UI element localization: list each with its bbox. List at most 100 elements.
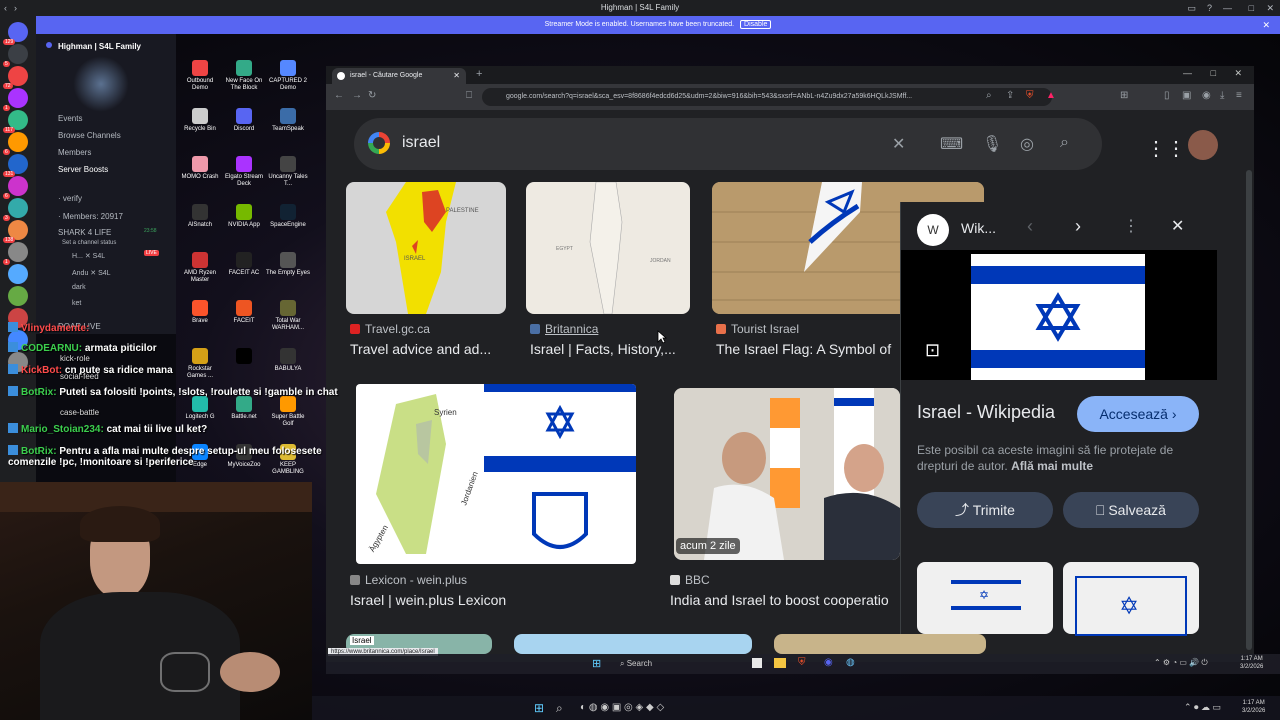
result-source-britannica[interactable]: Britannica	[530, 322, 598, 336]
scrollbar[interactable]	[1246, 170, 1252, 650]
close-tab-icon[interactable]: ✕	[453, 68, 460, 84]
desktop-icon[interactable]: FACEIT	[222, 300, 266, 325]
steam-icon[interactable]: ◍	[846, 657, 855, 668]
desktop-icon[interactable]: AlSnatch	[178, 204, 222, 229]
help-icon[interactable]: ?	[1207, 0, 1212, 16]
taskview-icon[interactable]	[752, 658, 762, 668]
close-panel-icon[interactable]: ✕	[1171, 216, 1184, 236]
server-icon[interactable]	[8, 264, 28, 284]
extensions-icon[interactable]: ⊞	[1120, 90, 1128, 101]
server-icon[interactable]: 6	[3, 176, 28, 199]
result-title-wein[interactable]: Israel | wein.plus Lexicon	[350, 592, 630, 608]
taskbar-search[interactable]: ⌕ Search	[620, 659, 652, 669]
minimize-icon[interactable]: —	[1183, 68, 1192, 78]
result-source-wein[interactable]: Lexicon - wein.plus	[350, 573, 467, 587]
search-icon[interactable]: ⌕	[1060, 134, 1069, 152]
result-title-tourist-israel[interactable]: The Israel Flag: A Symbol of	[716, 341, 898, 357]
result-image-bbc[interactable]: acum 2 zile	[674, 388, 900, 560]
sidebar-icon[interactable]: ▯	[1164, 90, 1170, 101]
forward-icon[interactable]: ›	[14, 0, 17, 16]
url-field[interactable]: google.com/search?q=israel&sca_esv=8f868…	[482, 88, 1052, 106]
visit-button[interactable]: Accesează ›	[1077, 396, 1199, 432]
maximize-icon[interactable]: □	[1211, 68, 1216, 78]
related-image-2[interactable]: ✡	[1063, 562, 1199, 636]
desktop-icon[interactable]: New Face On The Block	[222, 60, 266, 92]
desktop-icon[interactable]: The Empty Eyes	[266, 252, 310, 277]
back-icon[interactable]: ‹	[4, 0, 7, 16]
channel-item[interactable]: Server Boosts	[58, 165, 108, 174]
desktop-icon[interactable]: Brave	[178, 300, 222, 325]
desktop-icon[interactable]: NVIDIA App	[222, 204, 266, 229]
desktop-icon[interactable]: AMD Ryzen Master	[178, 252, 222, 284]
desktop-icon[interactable]: Discord	[222, 108, 266, 133]
brave-icon[interactable]: ⛨	[798, 657, 806, 668]
zoom-icon[interactable]: ⌕	[986, 90, 992, 101]
server-icon[interactable]: 131	[3, 154, 28, 177]
panel-title[interactable]: Israel - Wikipedia	[917, 402, 1055, 423]
channel-item[interactable]: H... ✕ S4L	[72, 252, 105, 260]
desktop-icon[interactable]: CAPTURED 2 Demo	[266, 60, 310, 92]
desktop-icon[interactable]: SpaceEngine	[266, 204, 310, 229]
disable-button[interactable]: Disable	[740, 20, 772, 29]
maximize-icon[interactable]: □	[1249, 0, 1254, 16]
desktop-icon[interactable]: Recycle Bin	[178, 108, 222, 133]
new-tab-icon[interactable]: +	[476, 68, 482, 80]
search-icon[interactable]: ⌕	[556, 701, 563, 716]
channel-item[interactable]: · verify	[58, 194, 82, 203]
next-icon[interactable]: ›	[1075, 216, 1081, 237]
desktop-icon[interactable]: Elgato Stream Deck	[222, 156, 266, 188]
vpn-icon[interactable]: ◉	[1202, 90, 1211, 101]
share-icon[interactable]: ⇪	[1006, 90, 1014, 101]
learn-more-link[interactable]: Află mai multe	[1011, 459, 1093, 473]
server-icon[interactable]: 129	[3, 22, 28, 45]
clear-icon[interactable]: ✕	[892, 134, 905, 154]
lens-search-icon[interactable]: ⊡	[925, 340, 940, 361]
channel-item[interactable]: Browse Channels	[58, 131, 121, 140]
save-button[interactable]: ⎕ Salvează	[1063, 492, 1199, 528]
server-icon[interactable]: 3	[3, 198, 28, 221]
keyboard-icon[interactable]: ⌨	[940, 134, 963, 154]
close-banner-icon[interactable]: ✕	[1262, 16, 1270, 34]
result-image-peek-3[interactable]	[774, 634, 986, 654]
forward-icon[interactable]: →	[352, 90, 362, 101]
desktop-icon[interactable]: Total War WARHAM...	[266, 300, 310, 332]
server-icon[interactable]: 138	[3, 220, 28, 243]
tray-icons[interactable]: ⌃ ⏺ ☁ ▭	[1184, 702, 1221, 713]
result-title-bbc[interactable]: India and Israel to boost cooperatio	[670, 592, 900, 608]
tab-google[interactable]: israel - Căutare Google ✕	[332, 68, 466, 84]
minimize-icon[interactable]: —	[1223, 0, 1232, 16]
desktop-icon[interactable]	[222, 348, 266, 366]
server-icon[interactable]: 117	[3, 110, 28, 133]
inbox-icon[interactable]: ▭	[1187, 0, 1196, 16]
brave-shield-icon[interactable]: ⛨	[1026, 90, 1034, 101]
download-icon[interactable]: ⤓	[1220, 90, 1224, 101]
more-icon[interactable]: ⋮	[1123, 216, 1139, 236]
result-image-travel[interactable]: PALESTINE ISRAEL	[346, 182, 506, 314]
close-icon[interactable]: ✕	[1266, 0, 1274, 16]
result-image-wein[interactable]: Syrien Jordanien Ägypten	[356, 384, 636, 564]
result-source-bbc[interactable]: BBC	[670, 573, 710, 587]
lens-icon[interactable]: ◎	[1020, 134, 1034, 154]
search-input[interactable]: israel	[402, 134, 440, 152]
result-title-travel[interactable]: Travel advice and ad...	[350, 341, 510, 357]
prev-icon[interactable]: ‹	[1027, 216, 1033, 237]
discord-icon[interactable]: ◉	[824, 657, 833, 668]
search-box[interactable]: israel ✕ ⌨ 🎙 ◎ ⌕	[354, 118, 1102, 170]
result-image-britannica[interactable]: EGYPT JORDAN	[526, 182, 690, 314]
share-button[interactable]: ⤴ Trimite	[917, 492, 1053, 528]
channel-item[interactable]: Set a channel status	[62, 240, 116, 246]
close-icon[interactable]: ✕	[1234, 68, 1242, 79]
desktop-icon[interactable]: Super Battle Golf	[266, 396, 310, 428]
server-icon[interactable]: 1	[3, 242, 28, 265]
channel-item[interactable]: ket	[72, 300, 81, 307]
channel-item[interactable]: Members	[58, 148, 91, 157]
desktop-icon[interactable]: Uncanny Tales T...	[266, 156, 310, 188]
channel-item[interactable]: dark	[72, 284, 86, 291]
rewards-icon[interactable]: ▲	[1046, 90, 1056, 101]
result-image-peek-2[interactable]	[514, 634, 752, 654]
related-image-1[interactable]: ✡	[917, 562, 1053, 634]
channel-item[interactable]: · Members: 20917	[58, 212, 123, 221]
server-icon[interactable]: 5	[3, 44, 28, 67]
desktop-icon[interactable]: Logitech G	[178, 396, 222, 421]
server-icon[interactable]: 6	[3, 132, 28, 155]
